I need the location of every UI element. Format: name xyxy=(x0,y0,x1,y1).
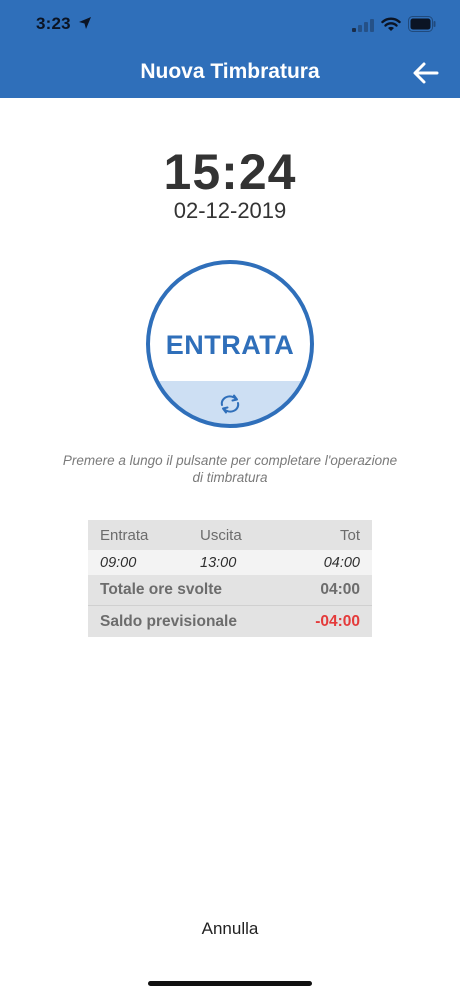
total-hours-label: Totale ore svolte xyxy=(100,581,223,598)
back-arrow-icon[interactable] xyxy=(410,59,442,87)
total-hours-value: 04:00 xyxy=(320,581,360,598)
wifi-icon xyxy=(381,17,401,31)
home-indicator xyxy=(148,981,312,986)
instruction-text: Premere a lungo il pulsante per completa… xyxy=(62,453,398,485)
saldo-row: Saldo previsionale -04:00 xyxy=(88,606,372,637)
table-header-row: Entrata Uscita Tot xyxy=(88,520,372,550)
saldo-label: Saldo previsionale xyxy=(100,612,237,630)
saldo-value: -04:00 xyxy=(315,612,360,630)
punch-entrata-button[interactable]: ENTRATA xyxy=(145,259,315,429)
cell-entrata: 09:00 xyxy=(100,554,137,571)
header-tot: Tot xyxy=(339,526,360,544)
cellular-signal-icon xyxy=(352,19,374,32)
battery-icon xyxy=(408,16,436,32)
cell-tot: 04:00 xyxy=(323,554,360,571)
summary-table: Entrata Uscita Tot 09:00 13:00 04:00 Tot… xyxy=(88,520,372,637)
table-row: 09:00 13:00 04:00 xyxy=(88,550,372,575)
location-arrow-icon xyxy=(79,17,91,29)
total-hours-row: Totale ore svolte 04:00 xyxy=(88,575,372,606)
current-time: 15:24 xyxy=(163,144,297,200)
cell-uscita: 13:00 xyxy=(200,554,237,571)
app-header: 3:23 Nuova Timbratura xyxy=(0,0,460,98)
current-date: 02-12-2019 xyxy=(173,198,287,223)
status-time: 3:23 xyxy=(36,14,71,33)
header-uscita: Uscita xyxy=(200,526,242,544)
cancel-button[interactable]: Annulla xyxy=(0,919,460,939)
page-title: Nuova Timbratura xyxy=(140,60,320,83)
header-entrata: Entrata xyxy=(100,526,149,544)
refresh-icon xyxy=(220,394,240,414)
punch-button-label: ENTRATA xyxy=(165,330,295,360)
